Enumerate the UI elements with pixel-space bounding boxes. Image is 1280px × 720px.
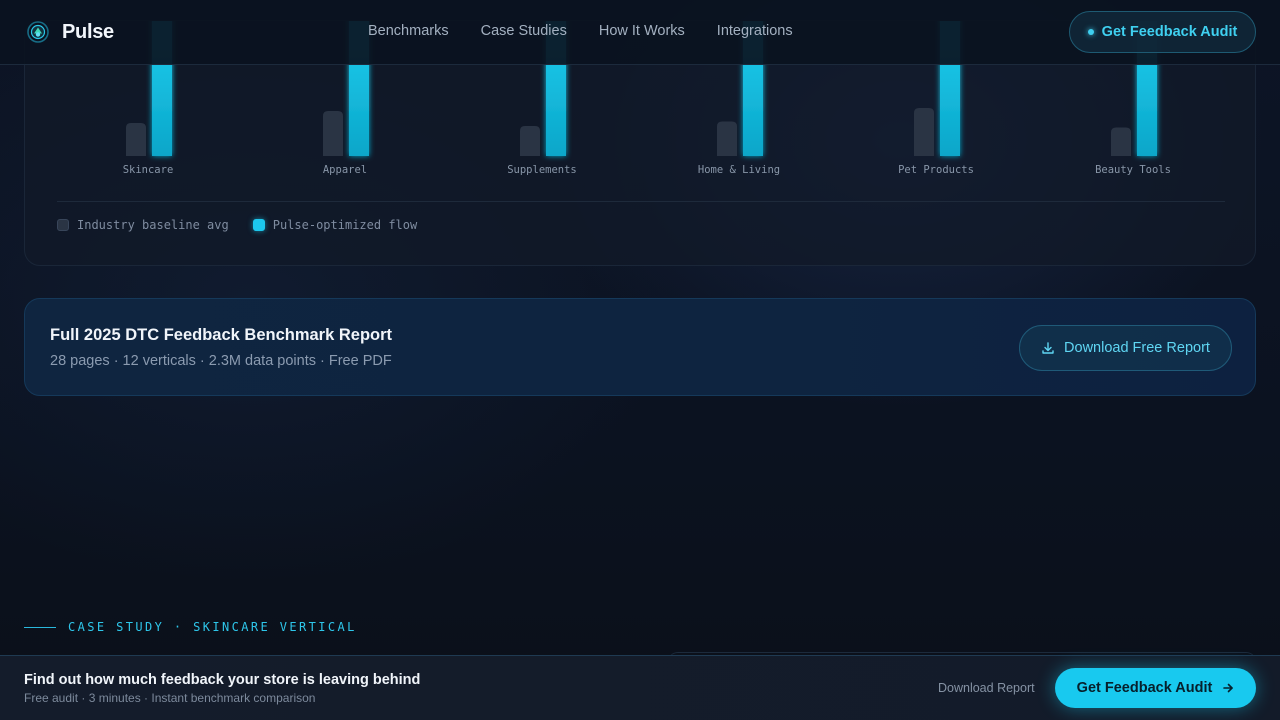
cta-bar-title: Find out how much feedback your store is… xyxy=(24,672,421,688)
cta-bar-subtitle: Free audit · 3 minutes · Instant benchma… xyxy=(24,691,316,705)
download-report-label: Download Free Report xyxy=(1064,340,1210,356)
nav-link-how-it-works[interactable]: How It Works xyxy=(599,23,685,39)
category-label-0: Skincare xyxy=(123,164,174,176)
download-report-link[interactable]: Download Report xyxy=(938,681,1035,695)
benchmark-report-card: Full 2025 DTC Feedback Benchmark Report … xyxy=(24,298,1256,396)
bar-baseline-1 xyxy=(323,111,343,156)
category-label-2: Supplements xyxy=(507,164,577,176)
legend-item-baseline: Industry baseline avg xyxy=(57,218,229,232)
category-label-4: Pet Products xyxy=(898,164,974,176)
report-title: Full 2025 DTC Feedback Benchmark Report xyxy=(50,326,393,344)
legend-swatch-baseline xyxy=(57,219,69,231)
primary-cta-label: Get Feedback Audit xyxy=(1076,680,1213,696)
nav-link-benchmarks[interactable]: Benchmarks xyxy=(368,23,449,39)
sticky-cta-bar: Find out how much feedback your store is… xyxy=(0,655,1280,720)
get-feedback-audit-button[interactable]: Get Feedback Audit xyxy=(1069,11,1256,53)
legend-label-baseline: Industry baseline avg xyxy=(77,218,229,232)
category-label-3: Home & Living xyxy=(698,164,780,176)
bar-baseline-3 xyxy=(717,121,737,156)
nav-link-integrations[interactable]: Integrations xyxy=(717,23,793,39)
brand-name: Pulse xyxy=(62,20,114,43)
eyebrow-text: CASE STUDY · SKINCARE VERTICAL xyxy=(68,620,357,634)
legend-item-pulse: Pulse-optimized flow xyxy=(252,218,418,232)
download-free-report-button[interactable]: Download Free Report xyxy=(1019,325,1232,371)
legend-label-pulse: Pulse-optimized flow xyxy=(272,218,418,232)
case-study-eyebrow: CASE STUDY · SKINCARE VERTICAL xyxy=(24,620,357,634)
bar-baseline-2 xyxy=(520,126,540,156)
primary-nav: Benchmarks Case Studies How It Works Int… xyxy=(368,23,793,39)
brand-logo[interactable]: Pulse xyxy=(26,20,114,44)
pulse-logo-icon xyxy=(27,21,49,43)
legend-swatch-pulse xyxy=(252,219,265,231)
bar-baseline-5 xyxy=(1111,127,1131,156)
eyebrow-line xyxy=(24,626,56,628)
arrow-right-icon xyxy=(1223,683,1234,693)
bar-baseline-0 xyxy=(126,123,146,156)
download-icon xyxy=(1042,342,1054,354)
get-feedback-audit-primary-button[interactable]: Get Feedback Audit xyxy=(1055,668,1256,708)
chart-divider xyxy=(57,201,1225,202)
top-navigation: Pulse Benchmarks Case Studies How It Wor… xyxy=(0,0,1280,65)
report-meta: 28 pages · 12 verticals · 2.3M data poin… xyxy=(50,353,392,369)
nav-cta-label: Get Feedback Audit xyxy=(1101,24,1238,40)
chart-legend: Industry baseline avg Pulse-optimized fl… xyxy=(57,218,417,232)
category-label-5: Beauty Tools xyxy=(1095,164,1171,176)
nav-link-case-studies[interactable]: Case Studies xyxy=(481,23,567,39)
bar-baseline-4 xyxy=(914,108,934,156)
status-dot-icon xyxy=(1087,29,1094,35)
category-label-1: Apparel xyxy=(323,164,367,176)
